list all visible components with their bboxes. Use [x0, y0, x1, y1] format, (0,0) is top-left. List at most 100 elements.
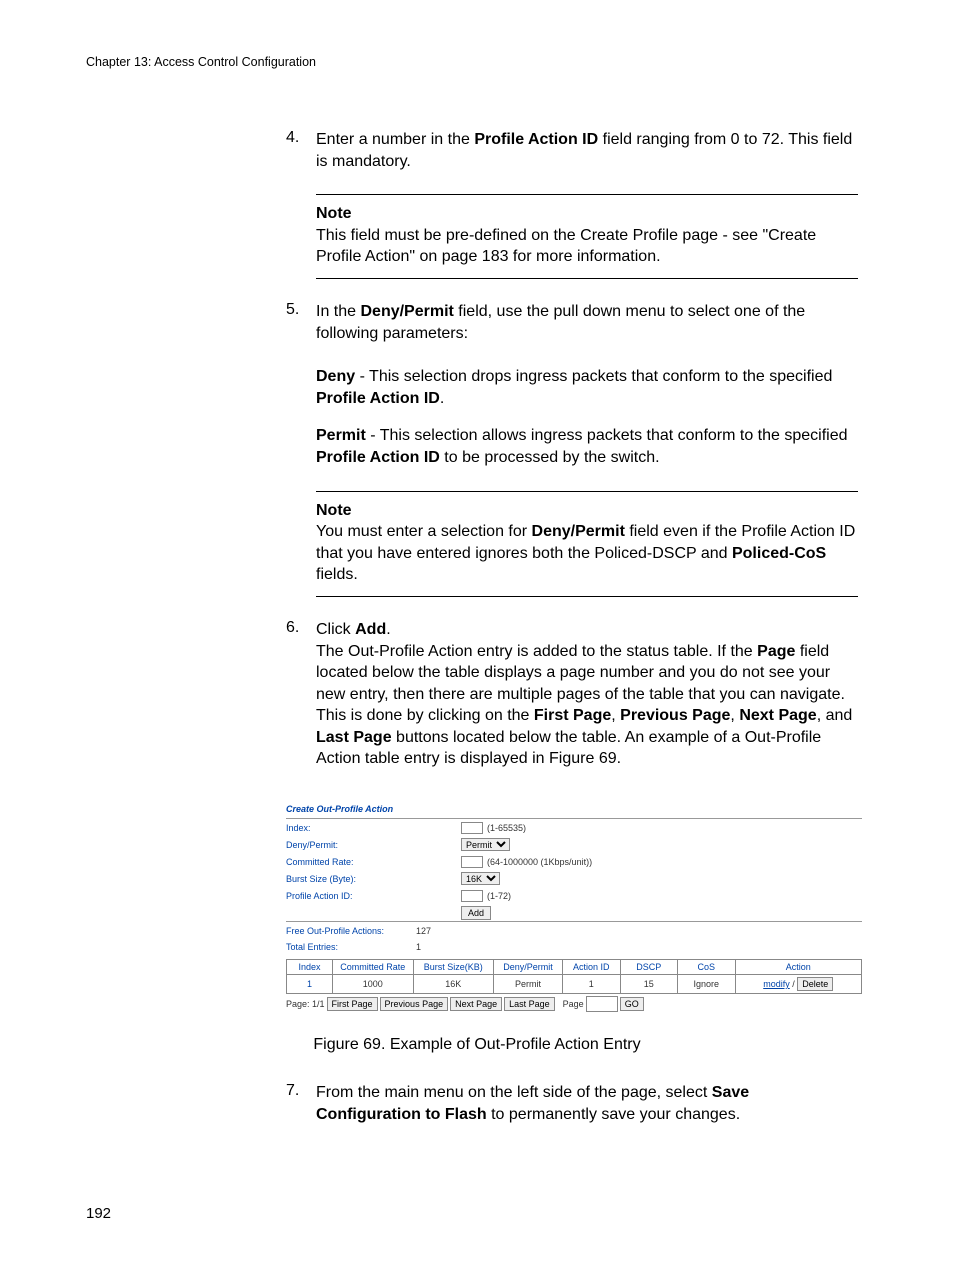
text: The Out-Profile Action entry is added to… — [316, 643, 757, 660]
text: From the main menu on the left side of t… — [316, 1084, 712, 1101]
previous-page-button[interactable]: Previous Page — [380, 997, 449, 1011]
bold: Deny — [316, 368, 355, 385]
label-total-entries: Total Entries: — [286, 942, 416, 956]
table-row: 1 1000 16K Permit 1 15 Ignore modify / D… — [287, 975, 862, 994]
label-free-actions: Free Out-Profile Actions: — [286, 926, 416, 940]
step-marker: 7. — [286, 1082, 299, 1100]
hint-profile-action-id: (1-72) — [487, 891, 511, 901]
page-input[interactable] — [586, 996, 618, 1012]
bold: Policed-CoS — [732, 545, 826, 562]
panel-title: Create Out-Profile Action — [286, 800, 862, 818]
page-indicator: Page: 1/1 — [286, 999, 325, 1009]
text: - This selection allows ingress packets … — [366, 427, 848, 444]
text: In the — [316, 303, 360, 320]
bold: Profile Action ID — [474, 131, 598, 148]
text: . — [386, 621, 390, 638]
td-cos: Ignore — [678, 975, 736, 994]
label-profile-action-id: Profile Action ID: — [286, 891, 461, 901]
committed-rate-input[interactable] — [461, 856, 483, 868]
step-7: 7. From the main menu on the left side o… — [286, 1082, 858, 1125]
go-button[interactable]: GO — [620, 997, 644, 1011]
action-table: Index Committed Rate Burst Size(KB) Deny… — [286, 959, 862, 994]
permit-paragraph: Permit - This selection allows ingress p… — [316, 425, 858, 468]
th-action-id: Action ID — [563, 960, 621, 975]
value-free-actions: 127 — [416, 926, 431, 940]
step-4: 4. Enter a number in the Profile Action … — [286, 129, 858, 172]
bold: Permit — [316, 427, 366, 444]
text: , — [611, 707, 620, 724]
figure-69: Create Out-Profile Action Index: (1-6553… — [286, 800, 858, 1012]
text: , and — [817, 707, 853, 724]
modify-link[interactable]: modify — [763, 979, 790, 989]
label-deny-permit: Deny/Permit: — [286, 840, 461, 850]
page-number: 192 — [86, 1205, 868, 1222]
step-marker: 5. — [286, 301, 299, 319]
pager: Page: 1/1 First Page Previous Page Next … — [286, 996, 862, 1012]
text: , — [730, 707, 739, 724]
td-dscp: 15 — [620, 975, 678, 994]
td-index: 1 — [287, 975, 333, 994]
hint-committed-rate: (64-1000000 (1Kbps/unit)) — [487, 857, 592, 867]
deny-permit-select[interactable]: Permit — [461, 838, 510, 851]
table-header-row: Index Committed Rate Burst Size(KB) Deny… — [287, 960, 862, 975]
label-committed-rate: Committed Rate: — [286, 857, 461, 867]
note-body: This field must be pre-defined on the Cr… — [316, 227, 816, 266]
delete-button[interactable]: Delete — [797, 977, 833, 991]
index-input[interactable] — [461, 822, 483, 834]
bold: Deny/Permit — [532, 523, 625, 540]
th-dscp: DSCP — [620, 960, 678, 975]
text: to be processed by the switch. — [440, 449, 660, 466]
chapter-header: Chapter 13: Access Control Configuration — [86, 55, 868, 69]
first-page-button[interactable]: First Page — [327, 997, 378, 1011]
text: Click — [316, 621, 355, 638]
bold: Last Page — [316, 729, 392, 746]
td-rate: 1000 — [333, 975, 414, 994]
text: fields. — [316, 566, 358, 583]
text: Enter a number in the — [316, 131, 474, 148]
step-5: 5. In the Deny/Permit field, use the pul… — [286, 301, 858, 344]
bold: Add — [355, 621, 386, 638]
deny-paragraph: Deny - This selection drops ingress pack… — [316, 366, 858, 409]
step-marker: 6. — [286, 619, 299, 637]
text: buttons located below the table. An exam… — [316, 729, 821, 768]
note-title: Note — [316, 205, 352, 222]
note-1: Note This field must be pre-defined on t… — [316, 194, 858, 279]
burst-size-select[interactable]: 16K — [461, 872, 500, 885]
note-title: Note — [316, 502, 352, 519]
text: to permanently save your changes. — [487, 1106, 740, 1123]
text: . — [440, 390, 444, 407]
screenshot-panel: Create Out-Profile Action Index: (1-6553… — [286, 800, 862, 1012]
th-deny-permit: Deny/Permit — [494, 960, 563, 975]
hint-index: (1-65535) — [487, 823, 526, 833]
figure-caption: Figure 69. Example of Out-Profile Action… — [86, 1036, 868, 1054]
th-burst-size: Burst Size(KB) — [413, 960, 494, 975]
th-action: Action — [735, 960, 862, 975]
bold: Profile Action ID — [316, 449, 440, 466]
next-page-button[interactable]: Next Page — [450, 997, 502, 1011]
td-action: modify / Delete — [735, 975, 862, 994]
note-2: Note You must enter a selection for Deny… — [316, 491, 858, 597]
profile-action-id-input[interactable] — [461, 890, 483, 902]
td-action-id: 1 — [563, 975, 621, 994]
page-label: Page — [563, 999, 584, 1009]
th-committed-rate: Committed Rate — [333, 960, 414, 975]
bold: Previous Page — [620, 707, 730, 724]
label-index: Index: — [286, 823, 461, 833]
th-index: Index — [287, 960, 333, 975]
step-marker: 4. — [286, 129, 299, 147]
text: You must enter a selection for — [316, 523, 532, 540]
td-deny-permit: Permit — [494, 975, 563, 994]
bold: Page — [757, 643, 795, 660]
bold: First Page — [534, 707, 611, 724]
label-burst-size: Burst Size (Byte): — [286, 874, 461, 884]
add-button[interactable]: Add — [461, 906, 491, 920]
th-cos: CoS — [678, 960, 736, 975]
bold: Profile Action ID — [316, 390, 440, 407]
text: - This selection drops ingress packets t… — [355, 368, 832, 385]
bold: Next Page — [739, 707, 816, 724]
sep: / — [790, 979, 798, 989]
value-total-entries: 1 — [416, 942, 421, 956]
bold: Deny/Permit — [360, 303, 453, 320]
last-page-button[interactable]: Last Page — [504, 997, 555, 1011]
td-burst: 16K — [413, 975, 494, 994]
